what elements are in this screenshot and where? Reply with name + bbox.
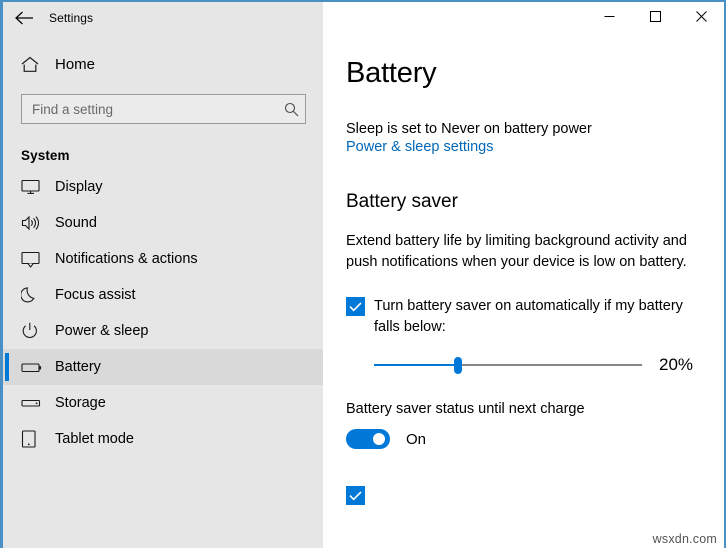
sidebar-item-label: Tablet mode: [55, 431, 134, 447]
sidebar-item-notifications[interactable]: Notifications & actions: [3, 241, 323, 277]
back-button[interactable]: [3, 2, 45, 33]
lower-checkbox-row: [346, 485, 724, 505]
content-pane: Battery Sleep is set to Never on battery…: [323, 33, 724, 548]
battery-saver-description: Extend battery life by limiting backgrou…: [346, 231, 702, 273]
power-sleep-settings-link[interactable]: Power & sleep settings: [346, 139, 494, 155]
battery-saver-status-row: On: [346, 429, 724, 449]
window-title: Settings: [49, 11, 93, 25]
battery-threshold-slider[interactable]: [374, 355, 642, 375]
sidebar-item-label: Sound: [55, 215, 97, 231]
battery-saver-heading: Battery saver: [346, 191, 724, 213]
sidebar-item-sound[interactable]: Sound: [3, 205, 323, 241]
sidebar: Home System Display: [3, 33, 323, 548]
sidebar-item-label: Focus assist: [55, 287, 136, 303]
slider-fill: [374, 364, 458, 366]
sidebar-item-storage[interactable]: Storage: [3, 385, 323, 421]
sidebar-item-focus-assist[interactable]: Focus assist: [3, 277, 323, 313]
home-label: Home: [55, 56, 95, 73]
speaker-icon: [21, 215, 49, 231]
home-icon: [21, 56, 47, 73]
sidebar-group-label: System: [3, 148, 323, 163]
page-title: Battery: [346, 57, 724, 90]
tablet-icon: [21, 430, 49, 448]
battery-saver-status-toggle[interactable]: [346, 429, 390, 449]
minimize-button[interactable]: [586, 2, 632, 33]
notification-icon: [21, 251, 49, 268]
auto-battery-saver-row: Turn battery saver on automatically if m…: [346, 296, 724, 338]
battery-threshold-row: 20%: [346, 355, 724, 375]
battery-threshold-value: 20%: [659, 355, 693, 375]
title-bar-left: Settings: [3, 2, 323, 33]
back-arrow-icon: [14, 11, 34, 25]
window-controls: [323, 2, 724, 33]
auto-battery-saver-label: Turn battery saver on automatically if m…: [374, 296, 702, 338]
sidebar-item-power-sleep[interactable]: Power & sleep: [3, 313, 323, 349]
storage-icon: [21, 398, 49, 409]
maximize-button[interactable]: [632, 2, 678, 33]
close-button[interactable]: [678, 2, 724, 33]
battery-saver-status-state: On: [406, 431, 426, 448]
title-bar: Settings: [3, 2, 724, 33]
sidebar-item-battery[interactable]: Battery: [3, 349, 323, 385]
close-icon: [696, 9, 707, 27]
selection-indicator: [5, 353, 9, 381]
battery-icon: [21, 361, 49, 374]
toggle-knob: [373, 433, 385, 445]
sleep-status-text: Sleep is set to Never on battery power: [346, 121, 724, 137]
search-input[interactable]: [22, 96, 277, 122]
watermark: wsxdn.com: [653, 532, 717, 546]
minimize-icon: [604, 9, 615, 27]
sidebar-item-label: Battery: [55, 359, 101, 375]
search-icon[interactable]: [277, 102, 305, 117]
sidebar-item-label: Storage: [55, 395, 106, 411]
sidebar-item-label: Notifications & actions: [55, 251, 198, 267]
sidebar-item-tablet-mode[interactable]: Tablet mode: [3, 421, 323, 457]
maximize-icon: [650, 9, 661, 27]
settings-window: Settings: [0, 0, 726, 548]
battery-saver-status-label: Battery saver status until next charge: [346, 401, 724, 417]
sidebar-item-home[interactable]: Home: [3, 43, 323, 85]
power-icon: [21, 322, 49, 340]
sidebar-item-label: Power & sleep: [55, 323, 149, 339]
monitor-icon: [21, 179, 49, 195]
lower-checkbox[interactable]: [346, 486, 365, 505]
moon-icon: [21, 286, 49, 304]
search-box[interactable]: [21, 94, 306, 124]
sidebar-item-display[interactable]: Display: [3, 169, 323, 205]
auto-battery-saver-checkbox[interactable]: [346, 297, 365, 316]
sidebar-item-label: Display: [55, 179, 103, 195]
slider-thumb[interactable]: [454, 357, 462, 374]
